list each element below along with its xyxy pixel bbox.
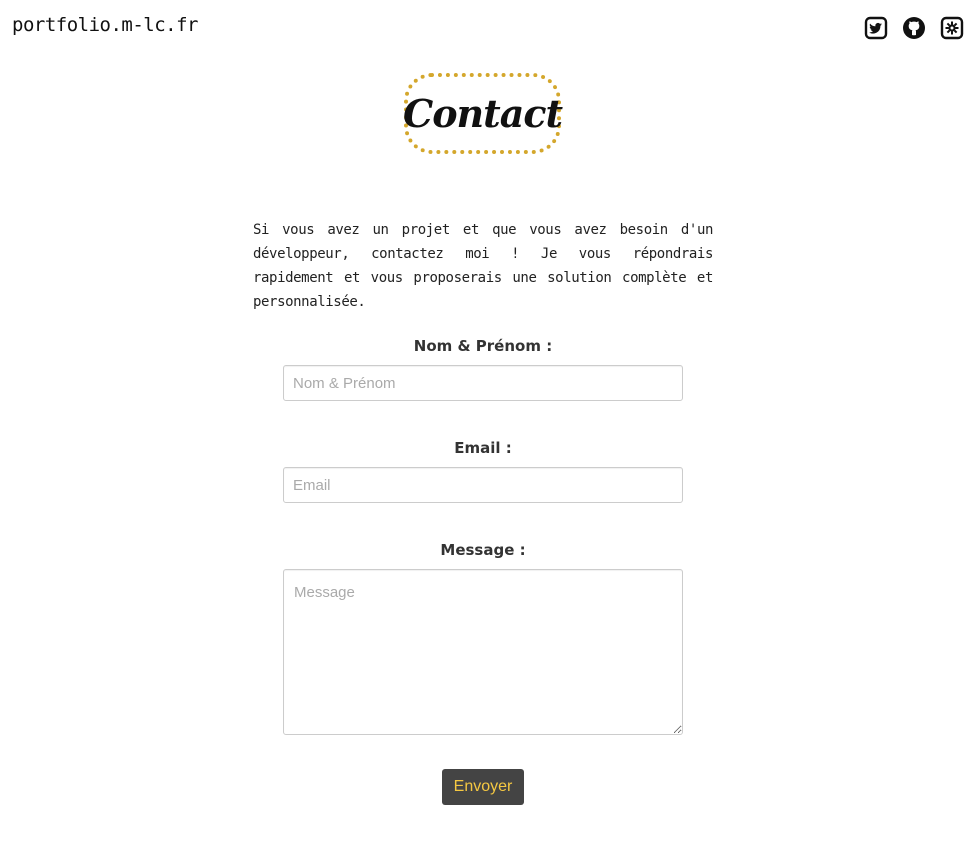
github-icon bbox=[903, 17, 925, 39]
site-logo-link[interactable]: portfolio.m-lc.fr bbox=[12, 14, 198, 36]
contact-page: portfolio.m-lc.fr Contact Si vous avez u… bbox=[0, 0, 978, 853]
title-frame: Contact bbox=[402, 73, 563, 154]
name-input[interactable] bbox=[283, 365, 683, 401]
github-link[interactable] bbox=[902, 16, 926, 40]
social-links bbox=[864, 16, 964, 40]
settings-link[interactable] bbox=[940, 16, 964, 40]
email-label: Email : bbox=[454, 439, 512, 457]
twitter-icon bbox=[864, 16, 888, 40]
intro-text: Si vous avez un projet et que vous avez … bbox=[253, 222, 713, 310]
name-label: Nom & Prénom : bbox=[413, 337, 553, 355]
page-title: Contact bbox=[402, 91, 563, 136]
message-label: Message : bbox=[440, 541, 526, 559]
message-textarea[interactable] bbox=[283, 569, 683, 735]
settings-icon bbox=[940, 16, 964, 40]
submit-button[interactable]: Envoyer bbox=[442, 769, 524, 805]
email-input[interactable] bbox=[283, 467, 683, 503]
twitter-link[interactable] bbox=[864, 16, 888, 40]
